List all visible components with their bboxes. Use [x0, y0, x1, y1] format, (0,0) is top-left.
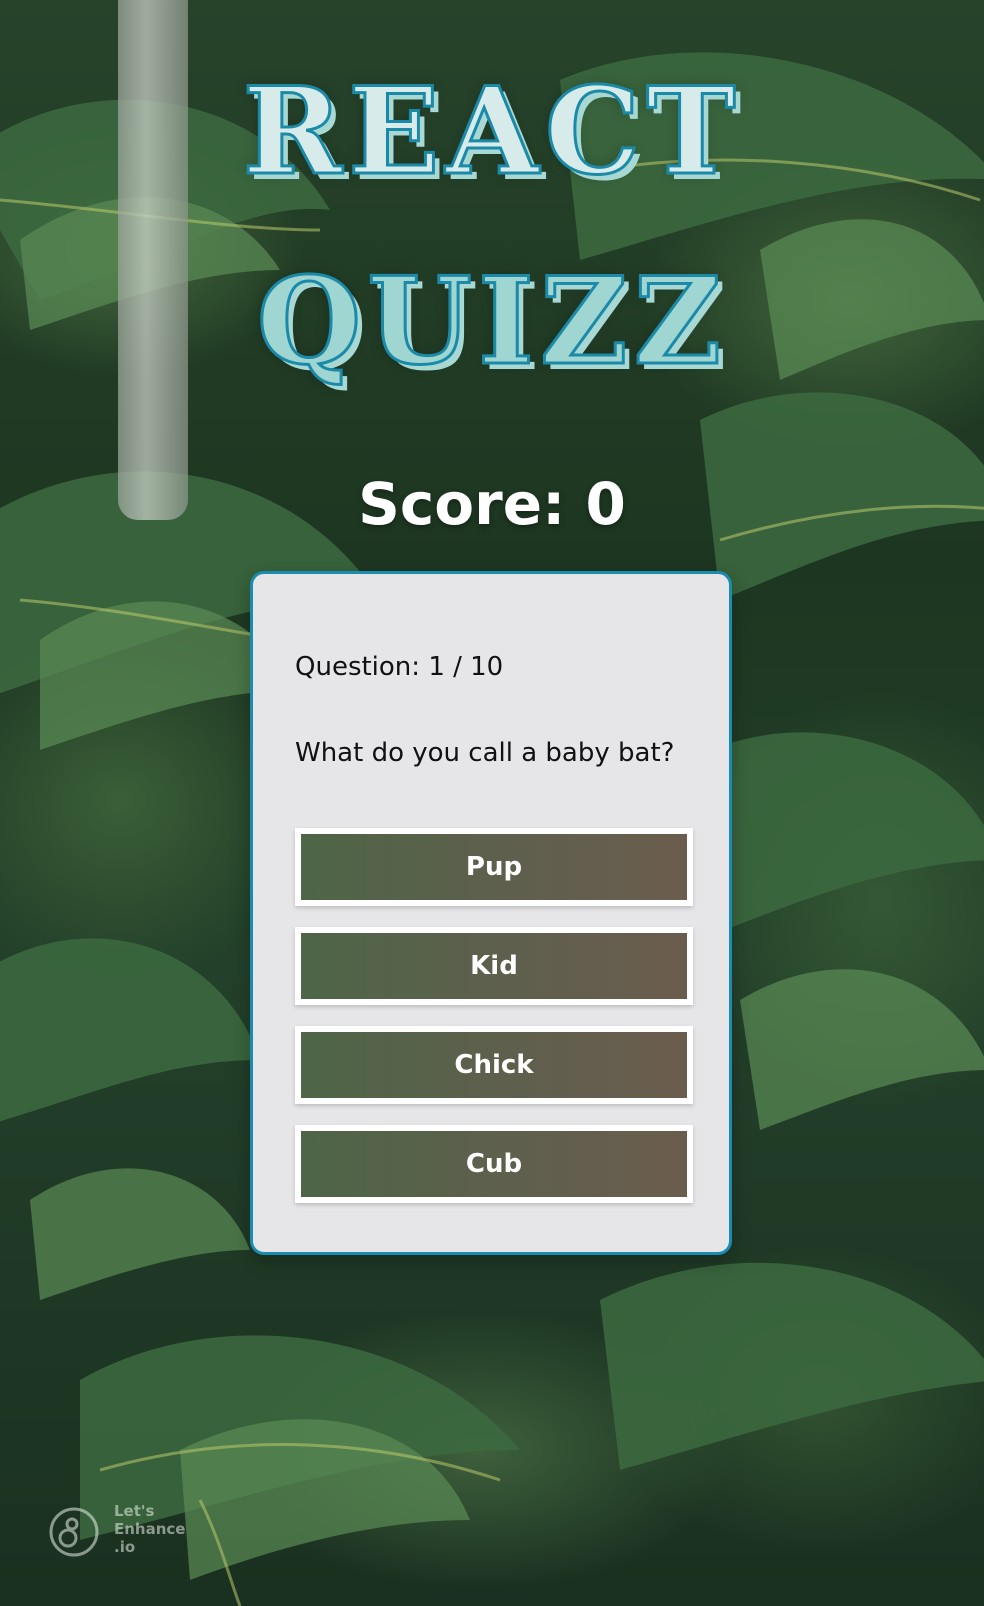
lets-enhance-logo-icon [49, 1507, 99, 1557]
answer-button-pup[interactable]: Pup [295, 828, 693, 906]
answer-button-chick[interactable]: Chick [295, 1026, 693, 1104]
watermark: Let's Enhance .io [48, 1500, 208, 1560]
app-title-line-2: QUIZZ [255, 251, 728, 392]
watermark-text: Let's Enhance .io [114, 1502, 186, 1556]
question-counter: Question: 1 / 10 [295, 652, 504, 682]
answer-list: Pup Kid Chick Cub [295, 828, 693, 1224]
quiz-card: Question: 1 / 10 What do you call a baby… [250, 571, 732, 1255]
quiz-page: REACT QUIZZ Score: 0 Question: 1 / 10 Wh… [0, 0, 984, 1606]
answer-button-cub[interactable]: Cub [295, 1125, 693, 1203]
answer-button-kid[interactable]: Kid [295, 927, 693, 1005]
app-title-line-1: REACT [241, 61, 742, 202]
score-display: Score: 0 [358, 470, 626, 538]
question-text: What do you call a baby bat? [295, 738, 675, 768]
